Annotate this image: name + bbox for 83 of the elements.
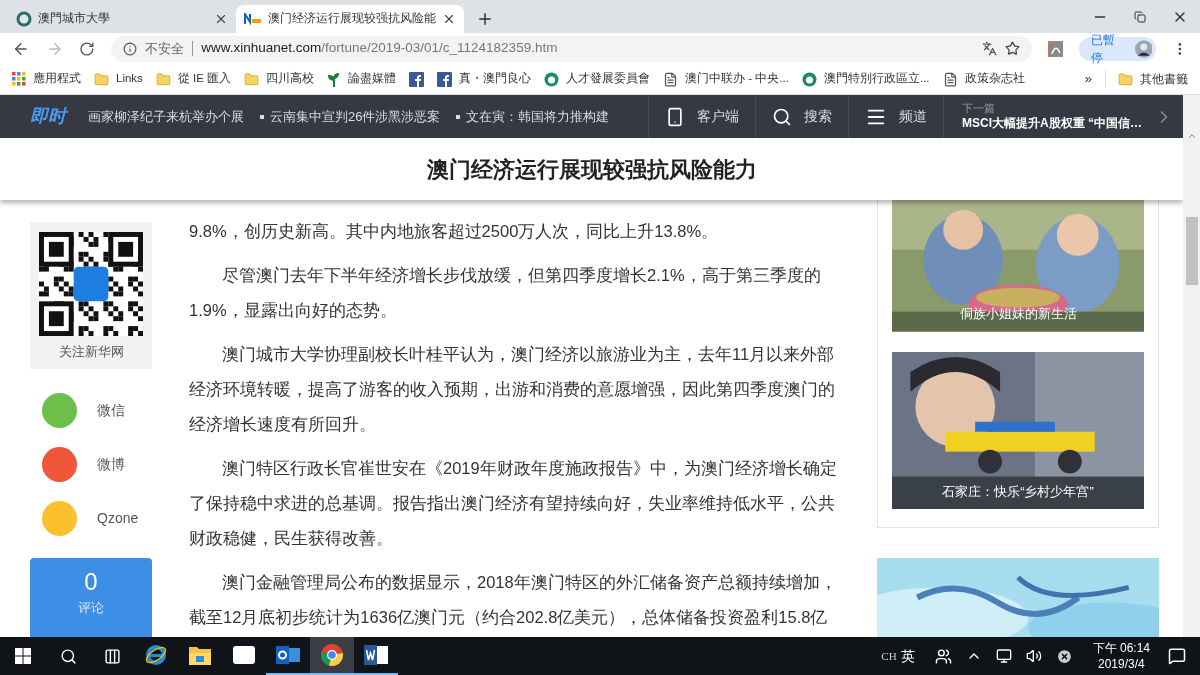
folder-icon — [1118, 71, 1133, 87]
browser-tab[interactable]: 澳门经济运行展现较强抗风险能 — [236, 5, 464, 33]
pdf-extension-icon[interactable] — [1047, 40, 1064, 57]
emblem-icon — [801, 71, 817, 87]
bookmark-item[interactable]: 論盡媒體 — [327, 70, 397, 88]
word-icon — [364, 644, 388, 666]
search-icon — [772, 106, 792, 127]
translate-icon[interactable] — [981, 41, 997, 56]
close-icon[interactable] — [442, 12, 456, 26]
scroll-up-icon[interactable] — [1186, 131, 1197, 141]
bookmark-item[interactable]: 澳门中联办 - 中央... — [663, 70, 789, 88]
tab-title: 澳門城市大學 — [38, 11, 111, 27]
news-logo-icon — [244, 13, 262, 25]
bookmark-item[interactable]: 其他書籤 — [1105, 70, 1188, 88]
follow-label: 关注新华网 — [58, 343, 124, 361]
search-icon[interactable] — [59, 647, 77, 665]
mail-icon — [232, 643, 256, 667]
plant-icon — [327, 71, 342, 87]
windows-start-icon[interactable] — [15, 648, 31, 664]
restore-icon[interactable] — [1134, 10, 1146, 23]
site-logo: 即时 — [30, 103, 88, 130]
info-icon — [123, 41, 138, 56]
bookmark-item[interactable]: 人才發展委員會 — [544, 70, 651, 88]
task-view-icon[interactable] — [103, 647, 121, 665]
avatar-icon — [1134, 39, 1153, 58]
clock[interactable]: 下午 06:14 2019/3/4 — [1092, 640, 1150, 672]
address-bar[interactable]: 不安全 www.xinhuanet.com/fortune/2019-03/01/c_1124182359.htm — [111, 35, 1032, 62]
bookmark-item[interactable]: 政策杂志社 — [942, 70, 1025, 88]
bookmark-item[interactable]: Links — [94, 70, 143, 88]
phone-icon — [665, 106, 685, 127]
seal-icon — [16, 11, 32, 27]
scrollbar[interactable] — [1183, 95, 1200, 637]
bookmark-item[interactable]: 應用程式 — [12, 70, 81, 88]
notifications-icon[interactable] — [1168, 647, 1186, 665]
folder-icon — [94, 71, 109, 87]
article-paragraph: 澳门城市大学协理副校长叶桂平认为，澳门经济以旅游业为主，去年11月以来外部经济环境转暖，提高了游客的收入预期，出游和消费的意愿增强，因此第四季度澳门的经济增长速度有所回升。 — [189, 344, 836, 435]
bookmark-item[interactable]: 真・澳門良心 — [437, 70, 532, 88]
network-icon[interactable] — [995, 648, 1012, 664]
outlook-icon — [276, 644, 300, 666]
share-link[interactable]: 微信 — [42, 392, 152, 428]
security-label: 不安全 — [145, 39, 185, 58]
headline: 澳门经济运行展现较强抗风险能力 — [426, 155, 757, 184]
article-paragraph: 澳门特区行政长官崔世安在《2019年财政年度施政报告》中，为澳门经济增长确定了保持稳中求进的总基调。报告指出澳门经济有望持续向好，失业率维持低水平，公共财政稳健，民生获得改善。 — [189, 458, 838, 549]
browser-tab[interactable]: 澳門城市大學 — [8, 5, 236, 33]
folder-icon — [244, 71, 260, 87]
folder-icon — [188, 644, 212, 666]
url-text: www.xinhuanet.com/fortune/2019-03/01/c_1124182359.htm — [201, 39, 558, 58]
ime-mode[interactable]: 英 — [900, 649, 915, 663]
photo-caption: 石家庄：快乐“乡村少年宫” — [941, 482, 1095, 501]
close-icon[interactable] — [214, 12, 228, 26]
apps-grid-icon — [12, 72, 26, 86]
share-link[interactable]: 微博 — [42, 446, 152, 482]
taskbar-app[interactable] — [310, 637, 354, 675]
tab-title: 澳门经济运行展现较强抗风险能 — [268, 11, 436, 27]
bookmark-item[interactable]: 澳門特別行政區立... — [801, 70, 930, 88]
news-ticker-link[interactable]: 画家柳泽纪子来杭举办个展 — [88, 106, 244, 127]
folder-icon — [155, 71, 171, 87]
emblem-icon — [544, 71, 560, 87]
chrome-icon — [320, 643, 344, 667]
people-icon[interactable] — [934, 647, 952, 665]
qr-code-icon — [39, 232, 143, 336]
article-paragraph: 尽管澳门去年下半年经济增长步伐放缓，但第四季度增长2.1%，高于第三季度的1.9%，显露出向好的态势。 — [189, 265, 822, 321]
browser-e-icon — [144, 643, 168, 667]
news-ticker-link[interactable]: 文在寅：韩国将力推构建 — [456, 106, 610, 127]
facebook-icon — [409, 71, 425, 87]
reload-icon[interactable] — [79, 40, 96, 57]
volume-icon[interactable] — [1025, 648, 1042, 664]
share-link[interactable]: Qzone — [42, 500, 152, 536]
more-bookmarks-button[interactable]: » — [1084, 69, 1092, 89]
page-icon — [663, 71, 679, 87]
ime-language[interactable]: CH — [881, 650, 897, 662]
bookmark-item[interactable]: 從 IE 匯入 — [155, 70, 232, 88]
bookmark-item[interactable] — [409, 71, 425, 87]
scrollbar-thumb[interactable] — [1185, 217, 1198, 285]
bookmark-item[interactable]: 四川高校 — [244, 70, 315, 88]
new-tab-icon[interactable] — [476, 10, 494, 28]
news-ticker-link[interactable]: 云南集中宣判26件涉黑涉恶案 — [260, 106, 441, 127]
facebook-icon — [437, 71, 453, 87]
page-icon — [942, 71, 958, 87]
error-icon[interactable] — [1055, 647, 1073, 665]
bookmark-star-icon[interactable] — [1004, 41, 1020, 56]
article-paragraph: 9.8%，创历史新高。其中内地旅客超过2500万人次，同比上升13.8%。 — [189, 221, 720, 242]
article-paragraph: 澳门金融管理局公布的数据显示，2018年澳门特区的外汇储备资产总额持续增加，截至12月底初步统计为1636亿澳门元（约合202.8亿美元），总体储备投资盈利15.8亿 — [189, 572, 838, 628]
